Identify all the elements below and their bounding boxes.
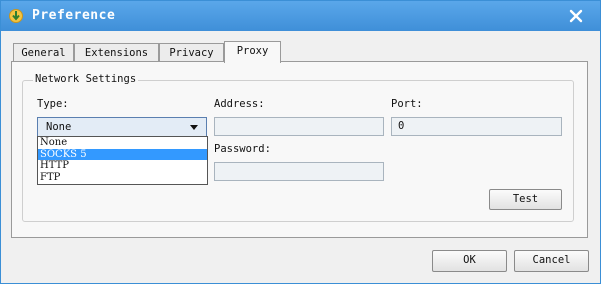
tab-proxy[interactable]: Proxy xyxy=(224,41,281,63)
type-select[interactable]: None xyxy=(37,117,207,137)
port-input[interactable]: 0 xyxy=(391,117,562,136)
network-settings-label: Network Settings xyxy=(33,73,139,85)
close-icon[interactable] xyxy=(567,7,585,25)
type-option-http[interactable]: HTTP xyxy=(38,160,207,172)
type-select-value: None xyxy=(46,121,72,133)
type-option-socks5[interactable]: SOCKS 5 xyxy=(38,148,207,160)
tab-general[interactable]: General xyxy=(13,43,74,62)
title-bar[interactable]: Preference xyxy=(1,1,600,31)
port-label: Port: xyxy=(391,98,423,110)
password-input[interactable] xyxy=(214,162,384,181)
type-label: Type: xyxy=(37,98,69,110)
tab-privacy[interactable]: Privacy xyxy=(159,43,224,62)
test-button[interactable]: Test xyxy=(489,189,562,210)
password-label: Password: xyxy=(214,143,271,155)
ok-button[interactable]: OK xyxy=(432,250,507,272)
cancel-button[interactable]: Cancel xyxy=(514,250,589,272)
address-input[interactable] xyxy=(214,117,384,136)
type-option-ftp[interactable]: FTP xyxy=(38,172,207,184)
type-dropdown-list: None SOCKS 5 HTTP FTP xyxy=(37,136,208,185)
type-option-none[interactable]: None xyxy=(38,137,207,149)
download-arrow-icon xyxy=(9,9,23,23)
tab-extensions[interactable]: Extensions xyxy=(74,43,159,62)
window-title: Preference xyxy=(32,8,116,23)
address-label: Address: xyxy=(214,98,265,110)
chevron-down-icon xyxy=(190,125,198,130)
